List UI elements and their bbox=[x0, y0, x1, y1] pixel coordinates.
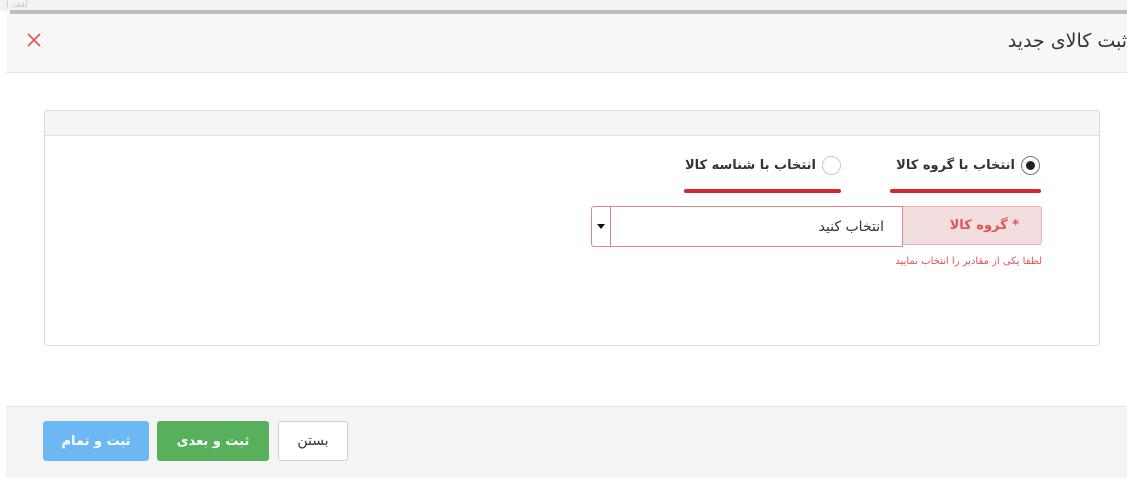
close-button[interactable]: بستن bbox=[278, 421, 348, 461]
product-group-label: * گروه کالا bbox=[903, 206, 1042, 245]
product-group-field: انتخاب کنید * گروه کالا bbox=[591, 206, 1042, 247]
modal-footer: ثبت و تمام ثبت و بعدی بستن bbox=[6, 406, 1127, 478]
caret-down-icon bbox=[597, 224, 605, 229]
radio-checked-icon[interactable] bbox=[1021, 156, 1040, 175]
modal-title: ثبت کالای جدید bbox=[1007, 30, 1127, 52]
dropdown-toggle-button[interactable] bbox=[591, 206, 610, 247]
radio-label-id: انتخاب با شناسه کالا bbox=[684, 158, 816, 173]
radio-unchecked-icon[interactable] bbox=[822, 156, 841, 175]
radio-select-by-id[interactable]: انتخاب با شناسه کالا bbox=[685, 156, 841, 175]
highlight-underline-id bbox=[684, 189, 841, 193]
background-ghost-text: لقف ا bbox=[6, 0, 28, 10]
form-panel: انتخاب با گروه کالا انتخاب با شناسه کالا… bbox=[44, 110, 1100, 346]
close-icon[interactable] bbox=[23, 30, 45, 52]
highlight-underline-group bbox=[890, 189, 1041, 193]
radio-label-group: انتخاب با گروه کالا bbox=[896, 158, 1015, 173]
close-icon-glyph bbox=[27, 33, 41, 47]
save-and-finish-button[interactable]: ثبت و تمام bbox=[43, 421, 149, 461]
panel-header bbox=[45, 111, 1099, 136]
save-and-next-button[interactable]: ثبت و بعدی bbox=[157, 421, 269, 461]
validation-error: لطفا یکی از مقادیر را انتخاب نمایید bbox=[895, 256, 1042, 267]
product-group-select[interactable]: انتخاب کنید bbox=[610, 206, 903, 247]
radio-select-by-group[interactable]: انتخاب با گروه کالا bbox=[896, 156, 1040, 175]
modal-window: لقف ا ثبت کالای جدید انتخاب با گروه کالا… bbox=[0, 0, 1127, 495]
modal-header: ثبت کالای جدید bbox=[6, 14, 1127, 73]
